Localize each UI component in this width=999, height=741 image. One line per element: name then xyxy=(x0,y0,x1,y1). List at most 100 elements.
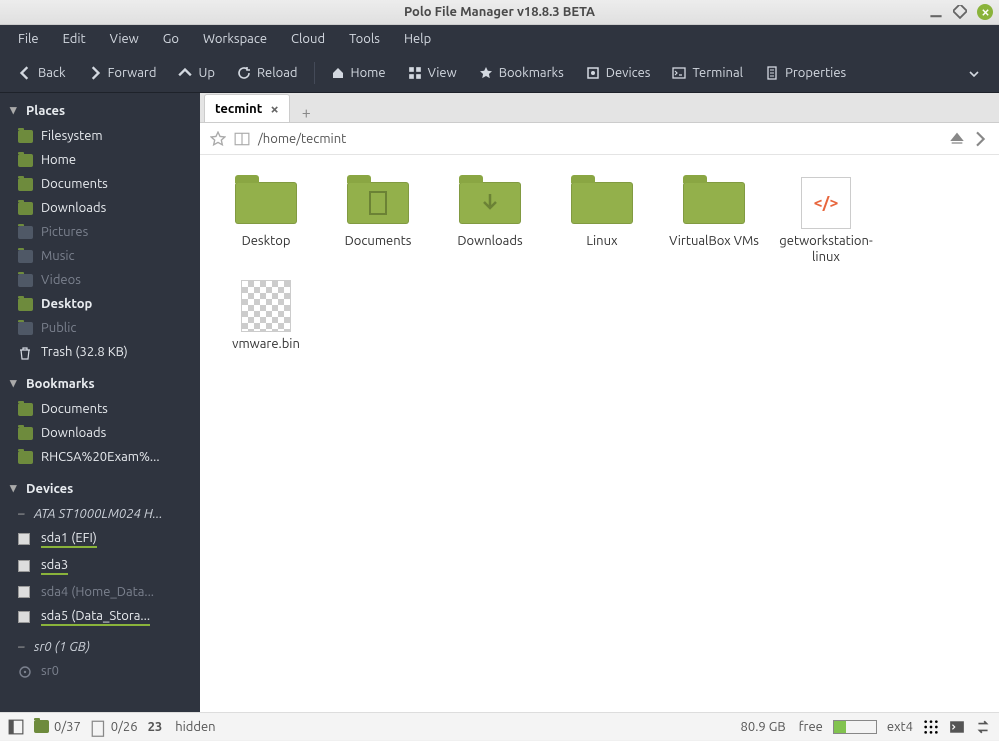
up-label: Up xyxy=(198,66,214,80)
sidebar-cdrom-group[interactable]: –sr0 (1 GB) xyxy=(0,635,200,659)
menu-edit[interactable]: Edit xyxy=(53,28,96,50)
folder-icon xyxy=(18,403,33,416)
arrow-up-icon xyxy=(178,66,192,80)
maximize-button[interactable] xyxy=(953,5,967,19)
sidebar-devices-header[interactable]: ▾Devices xyxy=(0,475,200,502)
bookmark-icon[interactable] xyxy=(210,131,226,147)
file-label: VirtualBox VMs xyxy=(669,233,759,249)
sidebar-partition[interactable]: sda5 (Data_Stora... xyxy=(0,604,200,631)
forward-button[interactable]: Forward xyxy=(78,60,167,86)
terminal-button[interactable]: Terminal xyxy=(662,60,753,86)
sidebar-partition[interactable]: sda4 (Home_Data... xyxy=(0,580,200,604)
sidebar-place-home[interactable]: Home xyxy=(0,148,200,172)
sidebar-place-filesystem[interactable]: Filesystem xyxy=(0,124,200,148)
tab-close-button[interactable]: × xyxy=(270,101,278,116)
menu-view[interactable]: View xyxy=(100,28,149,50)
status-swap-icon[interactable] xyxy=(975,719,991,735)
devices-button[interactable]: Devices xyxy=(576,60,661,86)
sidebar-place-public[interactable]: Public xyxy=(0,316,200,340)
main-panel: tecmint × + /home/tecmint DesktopDocumen… xyxy=(200,93,999,712)
sidebar-bookmark[interactable]: Documents xyxy=(0,397,200,421)
sidebar-bookmarks-header[interactable]: ▾Bookmarks xyxy=(0,370,200,397)
sidebar-partition[interactable]: sda3 xyxy=(0,553,200,580)
file-item[interactable]: Linux xyxy=(550,173,654,272)
properties-button[interactable]: Properties xyxy=(755,60,856,86)
sidebar-cdrom[interactable]: sr0 xyxy=(0,659,200,683)
properties-icon xyxy=(765,66,779,80)
file-item[interactable]: Documents xyxy=(326,173,430,272)
back-button[interactable]: Back xyxy=(8,60,76,86)
status-fs: ext4 xyxy=(887,720,913,734)
folder-icon xyxy=(18,298,33,311)
status-terminal-icon[interactable] xyxy=(949,719,965,735)
folder-icon xyxy=(347,182,409,224)
properties-label: Properties xyxy=(785,66,846,80)
sidebar-place-desktop[interactable]: Desktop xyxy=(0,292,200,316)
tab-tecmint[interactable]: tecmint × xyxy=(204,94,290,122)
bookmarks-label: Bookmarks xyxy=(499,66,564,80)
devices-label: Devices xyxy=(606,66,651,80)
folder-icon xyxy=(18,274,33,287)
tab-bar: tecmint × + xyxy=(200,93,999,123)
close-button[interactable] xyxy=(977,4,993,20)
file-label: Linux xyxy=(586,233,617,249)
tab-label: tecmint xyxy=(215,102,262,116)
status-count-files: 0/26 xyxy=(91,720,138,734)
reload-icon xyxy=(237,66,251,80)
arrow-right-icon xyxy=(88,66,102,80)
partition-icon xyxy=(18,586,33,599)
sidebar-bookmark[interactable]: Downloads xyxy=(0,421,200,445)
menu-help[interactable]: Help xyxy=(394,28,441,50)
toolbar-overflow-button[interactable] xyxy=(957,60,991,86)
partition-icon xyxy=(18,533,33,546)
pathbar: /home/tecmint xyxy=(200,123,999,155)
sidebar-trash[interactable]: Trash (32.8 KB) xyxy=(0,340,200,364)
menu-workspace[interactable]: Workspace xyxy=(193,28,277,50)
up-button[interactable]: Up xyxy=(168,60,224,86)
cdrom-icon xyxy=(18,665,33,678)
home-button[interactable]: Home xyxy=(321,60,396,86)
sidebar-bookmark[interactable]: RHCSA%20Exam%... xyxy=(0,445,200,469)
sidebar-place-documents[interactable]: Documents xyxy=(0,172,200,196)
menu-file[interactable]: File xyxy=(8,28,49,50)
menu-go[interactable]: Go xyxy=(153,28,189,50)
menu-cloud[interactable]: Cloud xyxy=(281,28,335,50)
code-file-icon: </> xyxy=(801,177,851,229)
sidebar-places-header[interactable]: ▾Places xyxy=(0,97,200,124)
sidebar-place-music[interactable]: Music xyxy=(0,244,200,268)
menu-tools[interactable]: Tools xyxy=(339,28,390,50)
back-label: Back xyxy=(38,66,66,80)
terminal-icon xyxy=(672,66,686,80)
current-path[interactable]: /home/tecmint xyxy=(258,132,346,146)
middle-toolbar-icon[interactable] xyxy=(8,719,24,735)
file-item[interactable]: vmware.bin xyxy=(214,276,318,358)
binary-file-icon xyxy=(241,280,291,332)
sidebar-place-pictures[interactable]: Pictures xyxy=(0,220,200,244)
grid-icon xyxy=(408,66,422,80)
file-label: getworkstation-linux xyxy=(776,233,876,266)
status-free-space: 80.9 GB free xyxy=(741,720,823,734)
go-icon[interactable] xyxy=(973,131,989,147)
reload-button[interactable]: Reload xyxy=(227,60,308,86)
sidebar-place-videos[interactable]: Videos xyxy=(0,268,200,292)
dual-pane-icon[interactable] xyxy=(234,131,250,147)
icon-view[interactable]: DesktopDocumentsDownloads Linux VirtualBox… xyxy=(200,155,999,712)
status-hidden: 23 hidden xyxy=(148,720,216,734)
view-button[interactable]: View xyxy=(398,60,467,86)
file-icon xyxy=(91,720,106,733)
folder-icon xyxy=(34,720,49,733)
minimize-button[interactable] xyxy=(929,5,943,19)
sidebar-partition[interactable]: sda1 (EFI) xyxy=(0,526,200,553)
folder-icon xyxy=(571,182,633,224)
file-item[interactable]: VirtualBox VMs xyxy=(662,173,766,272)
window-title: Polo File Manager v18.8.3 BETA xyxy=(0,5,999,19)
sidebar-device-group[interactable]: –ATA ST1000LM024 H... xyxy=(0,502,200,526)
sidebar-place-downloads[interactable]: Downloads xyxy=(0,196,200,220)
new-tab-button[interactable]: + xyxy=(290,104,323,122)
file-item[interactable]: Downloads xyxy=(438,173,542,272)
eject-icon[interactable] xyxy=(949,131,965,147)
bookmarks-button[interactable]: Bookmarks xyxy=(469,60,574,86)
status-grid-icon[interactable] xyxy=(923,719,939,735)
file-item[interactable]: </> getworkstation-linux xyxy=(774,173,878,272)
file-item[interactable]: Desktop xyxy=(214,173,318,272)
